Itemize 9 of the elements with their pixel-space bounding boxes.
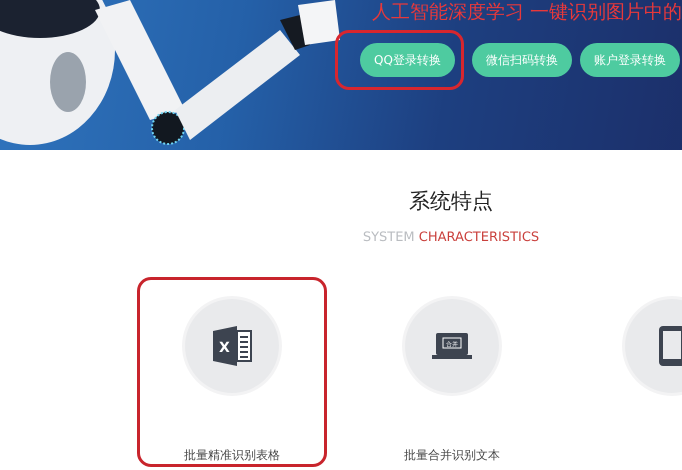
login-convert-button[interactable]: 账户登录转换 — [580, 43, 680, 77]
section-title: 系统特点 — [408, 188, 494, 215]
subtitle-text: SYSTEM — [362, 230, 415, 244]
login-convert-button[interactable]: QQ登录转换 — [360, 43, 455, 77]
subtitle-accent-text: CHARACTERISTICS — [418, 230, 540, 244]
login-convert-button[interactable]: 微信扫码转换 — [472, 43, 572, 77]
feature-label: 批量合并识别文本 — [404, 447, 500, 464]
headline: 人工智能深度学习 一键识别图片中的 — [372, 0, 682, 25]
feature-label: 批量精准识别表格 — [184, 447, 280, 464]
